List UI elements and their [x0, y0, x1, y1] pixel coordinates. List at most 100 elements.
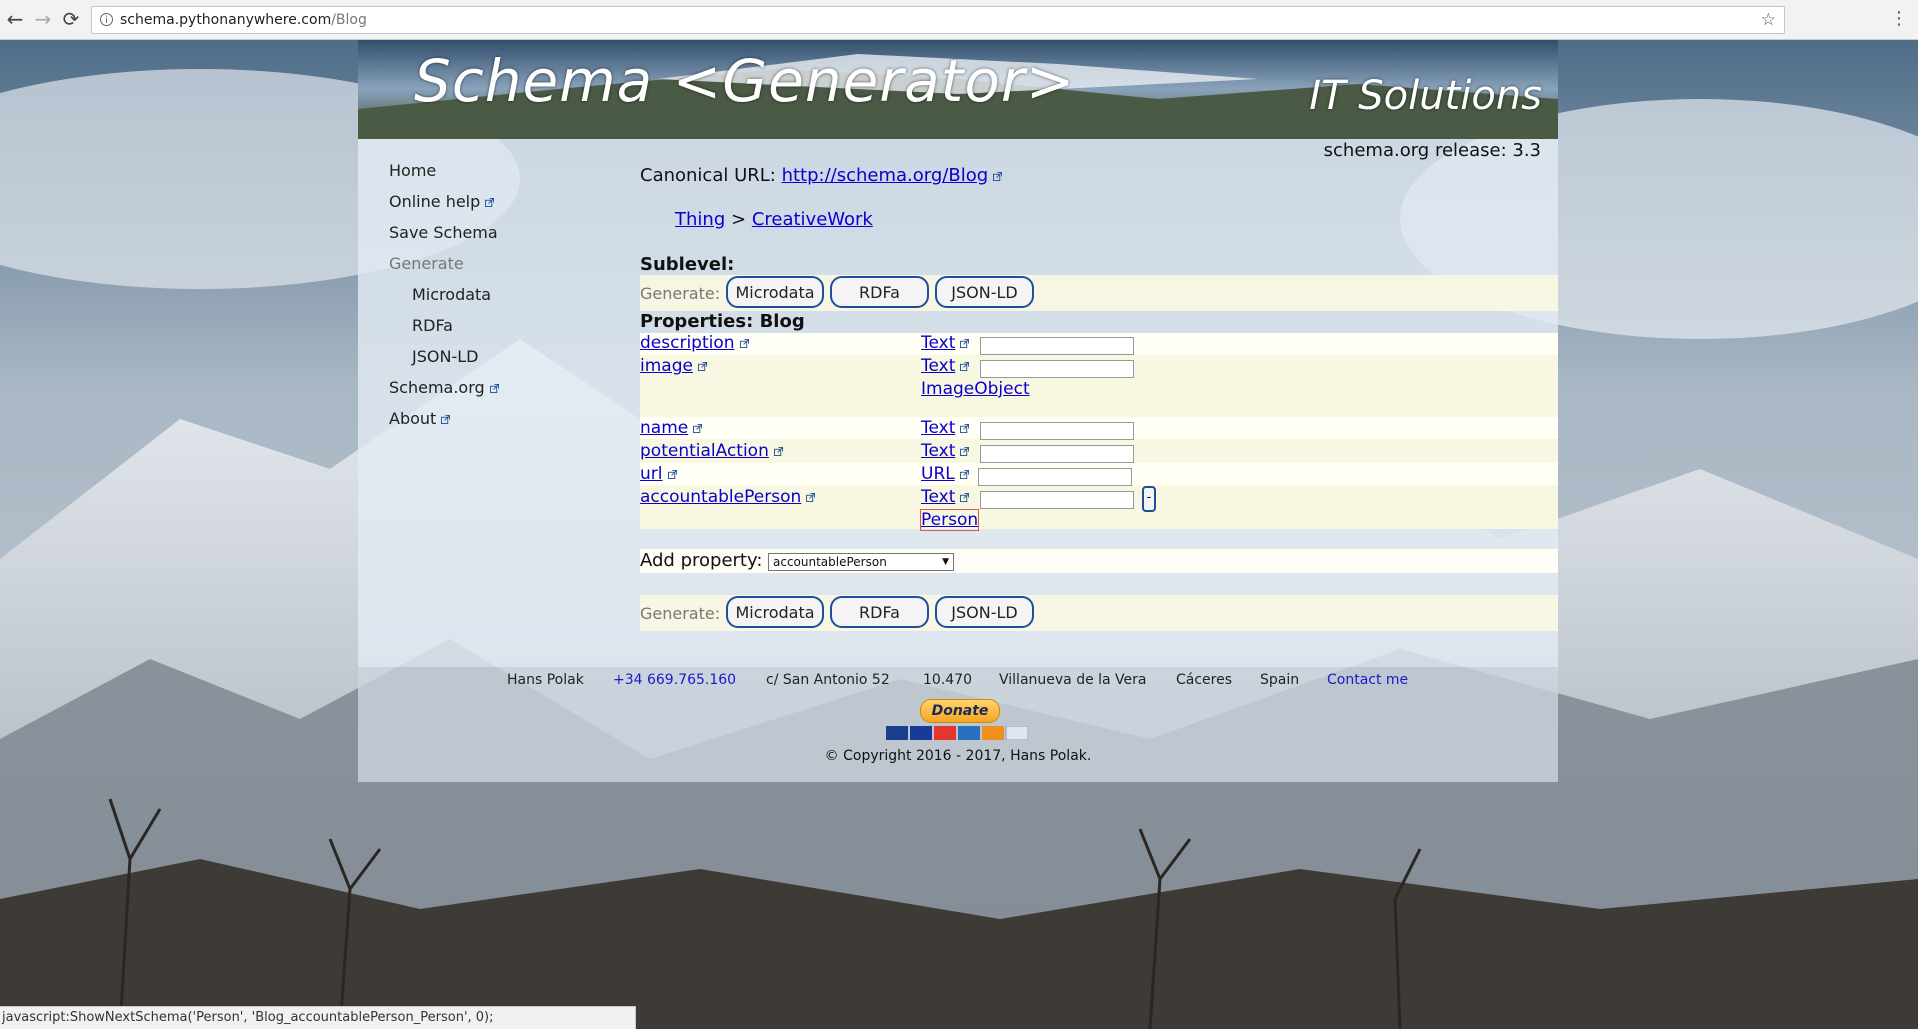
external-link-icon — [489, 384, 499, 393]
rdfa-button[interactable]: RDFa — [830, 276, 929, 308]
site-title: Schema <Generator> — [414, 47, 1076, 115]
property-image[interactable]: image — [640, 356, 707, 376]
properties-heading: Properties: Blog — [640, 311, 805, 332]
rdfa-button[interactable]: RDFa — [830, 596, 929, 628]
external-link-icon — [697, 361, 707, 371]
generate-label: Generate: — [640, 284, 721, 303]
type-text[interactable]: Text — [921, 418, 970, 438]
sidebar-item-generate: Generate — [389, 254, 464, 273]
description-input[interactable] — [980, 337, 1134, 355]
type-link[interactable]: Text — [921, 333, 955, 353]
property-link[interactable]: image — [640, 356, 693, 376]
type-text[interactable]: Text — [921, 487, 970, 507]
sidebar-item-label: Schema.org — [389, 378, 485, 397]
status-bar: javascript:ShowNextSchema('Person', 'Blo… — [0, 1006, 636, 1029]
sidebar-item-schema-org[interactable]: Schema.org — [389, 378, 499, 397]
site-footer: Hans Polak +34 669.765.160 c/ San Antoni… — [358, 667, 1558, 782]
property-link[interactable]: url — [640, 464, 663, 484]
sidebar-item-save-schema[interactable]: Save Schema — [389, 223, 498, 242]
forward-arrow-icon[interactable]: → — [32, 8, 54, 30]
json-ld-button[interactable]: JSON-LD — [935, 276, 1034, 308]
footer-contact-link[interactable]: Contact me — [1327, 672, 1408, 688]
canonical-url-link[interactable]: http://schema.org/Blog — [782, 165, 989, 186]
site-subtitle: IT Solutions — [1309, 73, 1542, 119]
json-ld-button[interactable]: JSON-LD — [935, 596, 1034, 628]
donate-button[interactable]: Donate — [920, 699, 1000, 723]
sidebar-item-label: About — [389, 409, 437, 428]
type-link[interactable]: Text — [921, 441, 955, 461]
type-link[interactable]: ImageObject — [921, 379, 1030, 399]
add-property-select[interactable]: accountablePerson ▼ — [768, 553, 954, 571]
property-url[interactable]: url — [640, 464, 677, 484]
sidebar-item-rdfa[interactable]: RDFa — [412, 316, 453, 335]
type-link[interactable]: Text — [921, 356, 955, 376]
address-bar[interactable]: i schema.pythonanywhere.com/Blog ☆ — [91, 6, 1785, 34]
type-text[interactable]: Text — [921, 441, 970, 461]
breadcrumb-creativework[interactable]: CreativeWork — [752, 209, 873, 230]
url-input[interactable] — [978, 468, 1132, 486]
bookmark-star-icon[interactable]: ☆ — [1761, 7, 1776, 33]
external-link-icon — [993, 171, 1003, 181]
type-link[interactable]: Person — [921, 510, 978, 530]
reload-icon[interactable]: ⟳ — [60, 8, 82, 30]
type-person[interactable]: Person — [919, 509, 980, 531]
selected-option: accountablePerson — [773, 555, 887, 569]
property-link[interactable]: accountablePerson — [640, 487, 801, 507]
canonical-url-row: Canonical URL: http://schema.org/Blog — [640, 165, 1003, 186]
name-input[interactable] — [980, 422, 1134, 440]
property-description[interactable]: description — [640, 333, 749, 353]
accountableperson-input[interactable] — [980, 491, 1134, 509]
generate-bar-top: Generate: Microdata RDFa JSON-LD — [640, 275, 1558, 311]
microdata-button[interactable]: Microdata — [726, 596, 824, 628]
microdata-button[interactable]: Microdata — [726, 276, 824, 308]
url-path: /Blog — [331, 12, 367, 28]
type-link[interactable]: URL — [921, 464, 955, 484]
generate-label: Generate: — [640, 604, 721, 623]
footer-country: Spain — [1260, 672, 1300, 688]
breadcrumb-separator: > — [730, 209, 747, 230]
external-link-icon — [960, 361, 970, 371]
property-link[interactable]: description — [640, 333, 735, 353]
sidebar-item-json-ld[interactable]: JSON-LD — [412, 347, 478, 366]
browser-menu-icon[interactable]: ⋮ — [1890, 8, 1908, 29]
back-arrow-icon[interactable]: ← — [4, 8, 26, 30]
footer-zip: 10.470 — [923, 672, 972, 688]
property-accountableperson[interactable]: accountablePerson — [640, 487, 816, 507]
type-url[interactable]: URL — [921, 464, 969, 484]
payment-cards-icon — [886, 725, 1029, 741]
image-input[interactable] — [980, 360, 1134, 378]
property-link[interactable]: name — [640, 418, 688, 438]
property-link[interactable]: potentialAction — [640, 441, 769, 461]
type-text[interactable]: Text — [921, 333, 970, 353]
browser-toolbar: ← → ⟳ i schema.pythonanywhere.com/Blog ☆… — [0, 0, 1918, 40]
property-potentialaction[interactable]: potentialAction — [640, 441, 783, 461]
sidebar-item-about[interactable]: About — [389, 409, 451, 428]
copyright-text: © Copyright 2016 - 2017, Hans Polak. — [824, 748, 1092, 764]
type-link[interactable]: Text — [921, 487, 955, 507]
info-icon[interactable]: i — [100, 13, 113, 26]
breadcrumb-thing[interactable]: Thing — [675, 209, 725, 230]
footer-name: Hans Polak — [507, 672, 584, 688]
payment-cards-image — [886, 725, 1029, 741]
external-link-icon — [667, 469, 677, 479]
remove-button[interactable]: - — [1142, 486, 1156, 512]
type-text[interactable]: Text — [921, 356, 970, 376]
footer-street: c/ San Antonio 52 — [766, 672, 890, 688]
dropdown-arrow-icon: ▼ — [942, 557, 949, 567]
type-imageobject[interactable]: ImageObject — [921, 379, 1030, 399]
external-link-icon — [693, 423, 703, 433]
external-link-icon — [773, 446, 783, 456]
sidebar-item-microdata[interactable]: Microdata — [412, 285, 491, 304]
sidebar-item-home[interactable]: Home — [389, 161, 436, 180]
type-link[interactable]: Text — [921, 418, 955, 438]
external-link-icon — [960, 446, 970, 456]
external-link-icon — [959, 469, 969, 479]
footer-town: Villanueva de la Vera — [999, 672, 1147, 688]
sublevel-heading: Sublevel: — [640, 254, 735, 275]
property-name[interactable]: name — [640, 418, 703, 438]
potentialaction-input[interactable] — [980, 445, 1134, 463]
external-link-icon — [441, 415, 451, 424]
footer-phone-link[interactable]: +34 669.765.160 — [613, 672, 736, 688]
external-link-icon — [485, 198, 495, 207]
sidebar-item-online-help[interactable]: Online help — [389, 192, 495, 211]
